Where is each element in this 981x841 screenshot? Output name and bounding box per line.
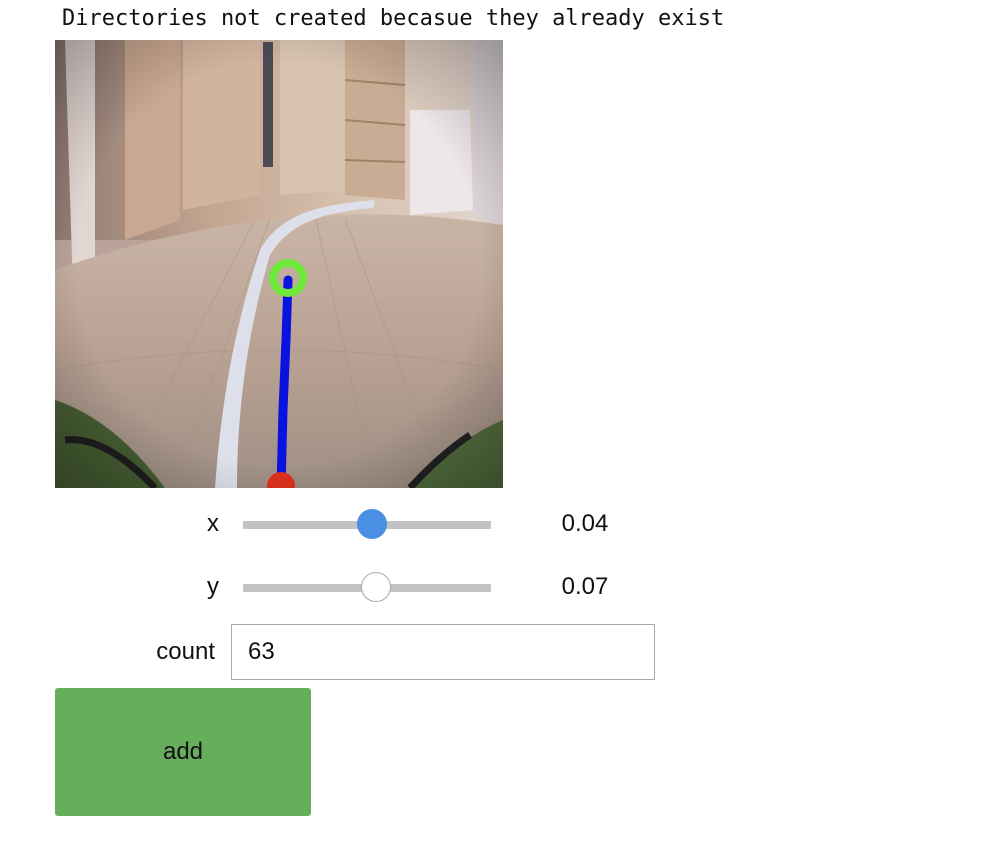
slider-x-row: x 0.04 bbox=[55, 504, 675, 544]
count-row: count bbox=[55, 624, 675, 680]
slider-x-value: 0.04 bbox=[561, 510, 609, 537]
count-label: count bbox=[156, 638, 215, 665]
count-input[interactable] bbox=[231, 624, 655, 680]
slider-x-label: x bbox=[207, 510, 219, 537]
slider-y-label: y bbox=[207, 573, 219, 600]
slider-y-track[interactable] bbox=[243, 572, 491, 602]
slider-x-track[interactable] bbox=[243, 509, 491, 539]
slider-x-handle[interactable] bbox=[356, 509, 387, 539]
output-message: Directories not created becasue they alr… bbox=[62, 6, 725, 31]
camera-feed-image bbox=[55, 40, 503, 488]
slider-y-value: 0.07 bbox=[561, 573, 609, 600]
slider-y-handle[interactable] bbox=[360, 572, 391, 602]
add-button[interactable]: add bbox=[55, 688, 311, 816]
camera-feed-graphic bbox=[55, 40, 503, 488]
slider-y-row: y 0.07 bbox=[55, 567, 675, 607]
